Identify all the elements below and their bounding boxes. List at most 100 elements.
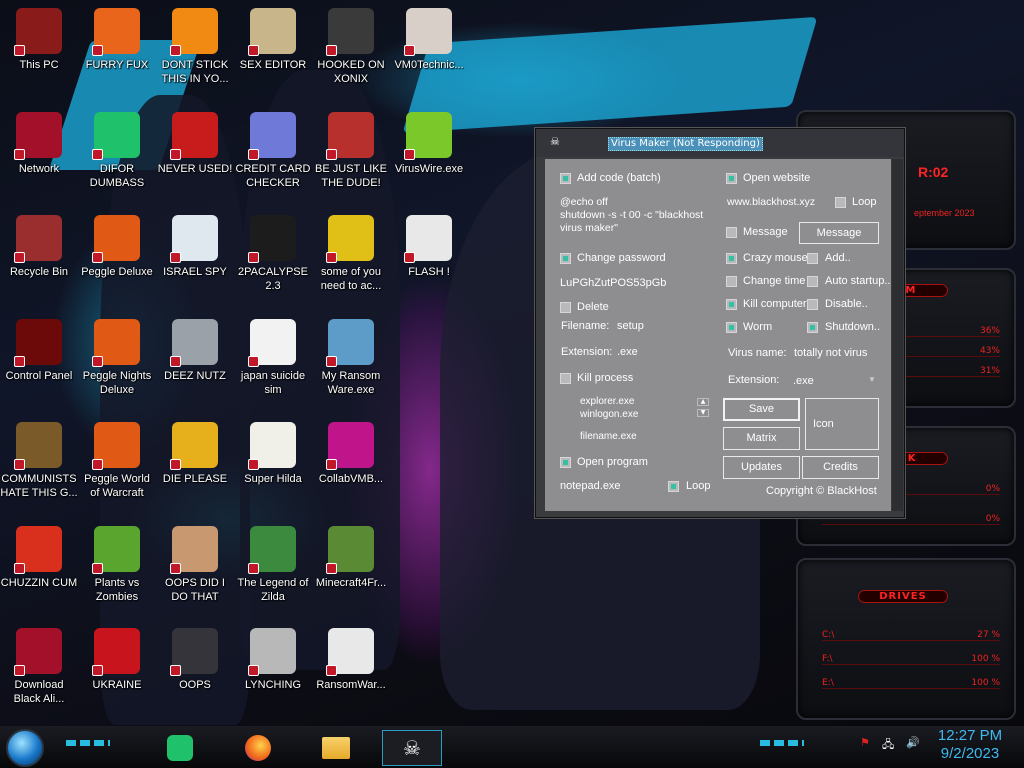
notes-icon <box>167 735 193 761</box>
icon-button[interactable]: Icon <box>805 398 879 450</box>
disable-label: Disable.. <box>825 298 868 310</box>
add-checkbox[interactable] <box>807 253 818 264</box>
desktop-icon[interactable]: SEX EDITOR <box>234 2 312 98</box>
desktop-icon[interactable]: RansomWar... <box>312 622 390 718</box>
desktop-icon[interactable]: DIE PLEASE <box>156 416 234 512</box>
taskbar-notes-button[interactable] <box>154 730 206 766</box>
worm-checkbox[interactable] <box>726 322 737 333</box>
desktop-icon-label: VirusWire.exe <box>394 163 464 175</box>
desktop-icon[interactable]: BE JUST LIKE THE DUDE! <box>312 106 390 202</box>
desktop-icon[interactable]: LYNCHING <box>234 622 312 718</box>
desktop-icon[interactable]: VirusWire.exe <box>390 106 468 202</box>
desktop-icon[interactable]: CollabVMB... <box>312 416 390 512</box>
tray-network-icon[interactable]: 🖧 <box>882 736 894 755</box>
kill-process-checkbox[interactable] <box>560 373 571 384</box>
program-field[interactable]: notepad.exe <box>560 480 621 492</box>
desktop-icon[interactable]: Plants vs Zombies <box>78 520 156 616</box>
desktop-icon[interactable]: Peggle Nights Deluxe <box>78 313 156 409</box>
password-field[interactable]: LuPGhZutPOS53pGb <box>560 277 666 289</box>
desktop-icon[interactable]: The Legend of Zilda <box>234 520 312 616</box>
matrix-button[interactable]: Matrix <box>723 427 800 450</box>
desktop-icon-label: This PC <box>19 59 59 71</box>
desktop-icon-label: My Ransom Ware.exe <box>321 370 381 396</box>
shortcut-arrow-icon <box>248 252 259 263</box>
desktop-icon[interactable]: This PC <box>0 2 78 98</box>
desktop-icon[interactable]: COMMUNISTS HATE THIS G... <box>0 416 78 512</box>
tray-flag-icon[interactable]: ⚑ <box>860 736 870 749</box>
save-button[interactable]: Save <box>723 398 800 421</box>
desktop-icon[interactable]: OOPS <box>156 622 234 718</box>
start-orb-button[interactable] <box>6 729 44 767</box>
extension-field[interactable]: .exe <box>617 346 638 358</box>
taskbar-clock[interactable]: 12:27 PM 9/2/2023 <box>930 727 1010 763</box>
website-field[interactable]: www.blackhost.xyz <box>727 196 815 208</box>
process-scroll-up[interactable]: ▲ <box>697 398 709 406</box>
crazy-mouse-checkbox[interactable] <box>726 253 737 264</box>
desktop-icon[interactable]: VM0Technic... <box>390 2 468 98</box>
desktop-icon[interactable]: Super Hilda <box>234 416 312 512</box>
desktop-icon[interactable]: CHUZZIN CUM <box>0 520 78 616</box>
open-program-checkbox[interactable] <box>560 457 571 468</box>
desktop-icon[interactable]: OOPS DID I DO THAT <box>156 520 234 616</box>
kill-computer-checkbox[interactable] <box>726 299 737 310</box>
desktop-icon-label: DIFOR DUMBASS <box>89 163 145 189</box>
chevron-down-icon[interactable]: ▼ <box>868 375 876 384</box>
desktop-icon[interactable]: Minecraft4Fr... <box>312 520 390 616</box>
tray-volume-icon[interactable]: 🔊 <box>906 736 920 749</box>
desktop-icon[interactable]: Control Panel <box>0 313 78 409</box>
add-code-checkbox[interactable] <box>560 173 571 184</box>
process-scroll-down[interactable]: ▼ <box>697 409 709 417</box>
desktop-icon[interactable]: DEEZ NUTZ <box>156 313 234 409</box>
desktop-icon[interactable]: FLASH ! <box>390 209 468 305</box>
process-list-item[interactable]: explorer.exe <box>580 396 634 407</box>
desktop-icon[interactable]: Download Black Ali... <box>0 622 78 718</box>
message-checkbox[interactable] <box>726 227 737 238</box>
desktop-icon[interactable]: FURRY FUX <box>78 2 156 98</box>
open-website-checkbox[interactable] <box>726 173 737 184</box>
change-time-checkbox[interactable] <box>726 276 737 287</box>
desktop-icon[interactable]: Peggle Deluxe <box>78 209 156 305</box>
taskbar-firefox-button[interactable] <box>232 730 284 766</box>
change-password-checkbox[interactable] <box>560 253 571 264</box>
desktop-icon[interactable]: Peggle World of Warcraft <box>78 416 156 512</box>
desktop-icon[interactable]: 2PACALYPSE 2.3 <box>234 209 312 305</box>
desktop-icon[interactable]: DONT STICK THIS IN YO... <box>156 2 234 98</box>
taskbar-explorer-button[interactable] <box>310 730 362 766</box>
drive-row: F:\ 100 % <box>822 654 1000 665</box>
shutdown-checkbox[interactable] <box>807 322 818 333</box>
message-button[interactable]: Message <box>799 222 879 244</box>
desktop-icon[interactable]: japan suicide sim <box>234 313 312 409</box>
virus-name-field[interactable]: totally not virus <box>794 347 867 359</box>
loop-website-checkbox[interactable] <box>835 197 846 208</box>
process-filename-field[interactable]: filename.exe <box>580 431 637 442</box>
loop-program-checkbox[interactable] <box>668 481 679 492</box>
desktop-icon[interactable]: CREDIT CARD CHECKER <box>234 106 312 202</box>
desktop-icon-label: Minecraft4Fr... <box>315 577 387 589</box>
virus-maker-icon: ☠ <box>403 736 421 760</box>
window-titlebar[interactable]: ☠ Virus Maker (Not Responding) <box>536 129 904 157</box>
clock-gadget-date: eptember 2023 <box>914 208 975 218</box>
disable-checkbox[interactable] <box>807 299 818 310</box>
desktop-icon[interactable]: DIFOR DUMBASS <box>78 106 156 202</box>
desktop-icon[interactable]: Network <box>0 106 78 202</box>
desktop-icon[interactable]: some of you need to ac... <box>312 209 390 305</box>
extension2-select[interactable]: .exe <box>793 375 814 387</box>
process-list-item[interactable]: winlogon.exe <box>580 409 638 420</box>
drive-row: C:\ 27 % <box>822 630 1000 641</box>
shortcut-arrow-icon <box>170 665 181 676</box>
auto-startup-checkbox[interactable] <box>807 276 818 287</box>
taskbar-virus-maker-button[interactable]: ☠ <box>382 730 442 766</box>
credits-button[interactable]: Credits <box>802 456 879 479</box>
delete-checkbox[interactable] <box>560 302 571 313</box>
desktop-icon[interactable]: My Ransom Ware.exe <box>312 313 390 409</box>
batch-code-text[interactable]: @echo off shutdown -s -t 00 -c "blackhos… <box>560 196 703 235</box>
desktop-icon[interactable]: ISRAEL SPY <box>156 209 234 305</box>
loop-program-label: Loop <box>686 480 711 492</box>
desktop-icon[interactable]: UKRAINE <box>78 622 156 718</box>
filename-field[interactable]: setup <box>617 320 644 332</box>
kill-process-label: Kill process <box>577 372 634 384</box>
updates-button[interactable]: Updates <box>723 456 800 479</box>
desktop-icon[interactable]: Recycle Bin <box>0 209 78 305</box>
desktop-icon[interactable]: NEVER USED! <box>156 106 234 202</box>
desktop-icon[interactable]: HOOKED ON XONIX <box>312 2 390 98</box>
